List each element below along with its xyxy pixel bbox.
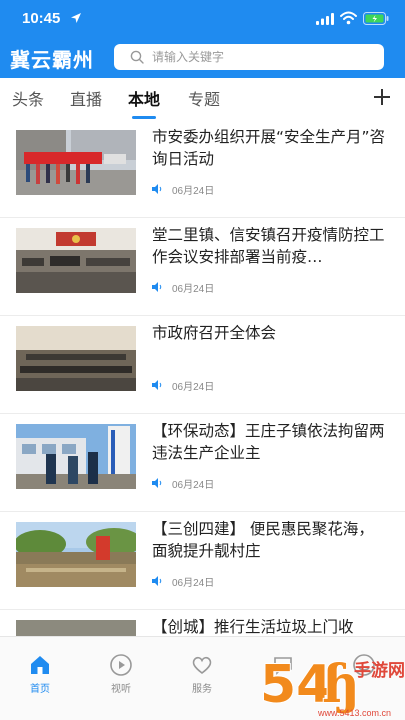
- audio-speaker-icon: [152, 380, 162, 390]
- tab-live[interactable]: 直播: [70, 86, 102, 110]
- nav-label: 视听: [111, 684, 131, 695]
- status-bar: 10:45: [0, 0, 405, 38]
- audio-speaker-icon: [152, 576, 162, 586]
- add-channel-icon[interactable]: [372, 87, 392, 107]
- nav-label: 服务: [192, 684, 212, 695]
- news-date: 06月24日: [172, 578, 215, 589]
- news-title: 【三创四建】 便民惠民聚花海，面貌提升靓村庄: [152, 520, 374, 560]
- news-item[interactable]: 市政府召开全体会 06月24日: [0, 316, 405, 414]
- news-title: 堂二里镇、信安镇召开疫情防控工作会议安排部署当前疫…: [152, 226, 385, 266]
- news-thumbnail: [16, 326, 136, 391]
- svg-text:手游网: 手游网: [354, 660, 405, 681]
- audio-speaker-icon: [152, 478, 162, 488]
- home-icon: [31, 656, 49, 674]
- nav-label: 首页: [30, 684, 50, 695]
- wifi-icon: [340, 11, 357, 25]
- channel-tabs: 头条 直播 本地 专题: [0, 78, 405, 120]
- heart-icon: [192, 656, 212, 675]
- news-thumbnail: [16, 130, 136, 195]
- tab-headlines[interactable]: 头条: [12, 86, 44, 110]
- news-date: 06月24日: [172, 382, 215, 393]
- news-item[interactable]: 【三创四建】 便民惠民聚花海，面貌提升靓村庄 06月24日: [0, 512, 405, 610]
- app-brand: 冀云霸州: [10, 48, 94, 72]
- news-item[interactable]: 堂二里镇、信安镇召开疫情防控工作会议安排部署当前疫… 06月24日: [0, 218, 405, 316]
- news-date: 06月24日: [172, 480, 215, 491]
- app-header: 10:45 冀云霸州 请输入关键字: [0, 0, 405, 78]
- news-thumbnail: [16, 424, 136, 489]
- nav-home[interactable]: 首页: [10, 653, 70, 697]
- search-input[interactable]: 请输入关键字: [114, 44, 384, 70]
- site-watermark-logo: 54 ɧ 手游网 www.5413.com.cn: [259, 653, 405, 718]
- news-title: 【环保动态】王庄子镇依法拘留两违法生产企业主: [152, 422, 385, 462]
- nav-service[interactable]: 服务: [172, 653, 232, 697]
- audio-speaker-icon: [152, 282, 162, 292]
- play-icon: [110, 654, 132, 676]
- news-date: 06月24日: [172, 284, 215, 295]
- search-icon: [130, 50, 144, 64]
- news-date: 06月24日: [172, 186, 215, 197]
- search-placeholder: 请输入关键字: [152, 50, 225, 64]
- status-time: 10:45: [22, 10, 61, 27]
- nav-media[interactable]: 视听: [91, 653, 151, 697]
- audio-speaker-icon: [152, 184, 162, 194]
- news-title: 市政府召开全体会: [152, 324, 277, 342]
- location-arrow-icon: [71, 13, 81, 23]
- signal-icon: [316, 13, 334, 25]
- news-thumbnail: [16, 620, 136, 636]
- svg-text:www.5413.com.cn: www.5413.com.cn: [317, 708, 391, 718]
- tab-local[interactable]: 本地: [128, 86, 160, 110]
- news-item[interactable]: 【环保动态】王庄子镇依法拘留两违法生产企业主 06月24日: [0, 414, 405, 512]
- battery-icon: [363, 12, 389, 25]
- news-title: 【创城】推行生活垃圾上门收: [152, 618, 354, 636]
- news-thumbnail: [16, 228, 136, 293]
- news-item[interactable]: 市安委办组织开展“安全生产月”咨询日活动 06月24日: [0, 120, 405, 218]
- news-title: 市安委办组织开展“安全生产月”咨询日活动: [152, 128, 386, 168]
- news-item[interactable]: 【创城】推行生活垃圾上门收: [0, 610, 405, 636]
- tab-topics[interactable]: 专题: [188, 86, 220, 110]
- active-tab-indicator: [132, 116, 156, 119]
- news-thumbnail: [16, 522, 136, 587]
- news-list: 市安委办组织开展“安全生产月”咨询日活动 06月24日 堂二里镇、信安镇召开疫情…: [0, 120, 405, 636]
